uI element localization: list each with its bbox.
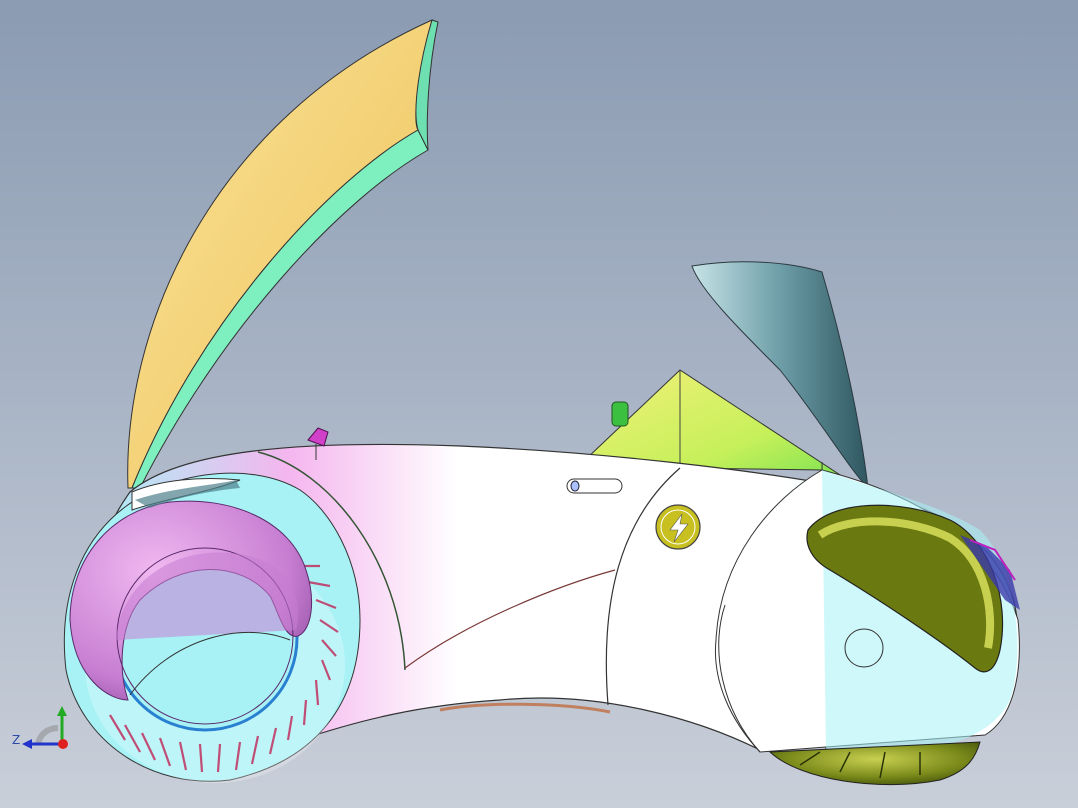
graphics-viewport[interactable]: Z bbox=[0, 0, 1078, 808]
triad-base-icon bbox=[35, 725, 59, 745]
z-axis-label: Z bbox=[12, 733, 20, 747]
front-canopy-door[interactable] bbox=[127, 19, 439, 489]
front-wheel[interactable] bbox=[63, 472, 361, 783]
z-axis-head-icon bbox=[22, 739, 32, 749]
orientation-triad: Z bbox=[12, 706, 68, 749]
3d-model-view[interactable] bbox=[0, 0, 1078, 808]
y-axis-head-icon bbox=[57, 706, 67, 716]
charging-badge[interactable] bbox=[655, 504, 701, 550]
x-axis-dot bbox=[58, 739, 68, 749]
